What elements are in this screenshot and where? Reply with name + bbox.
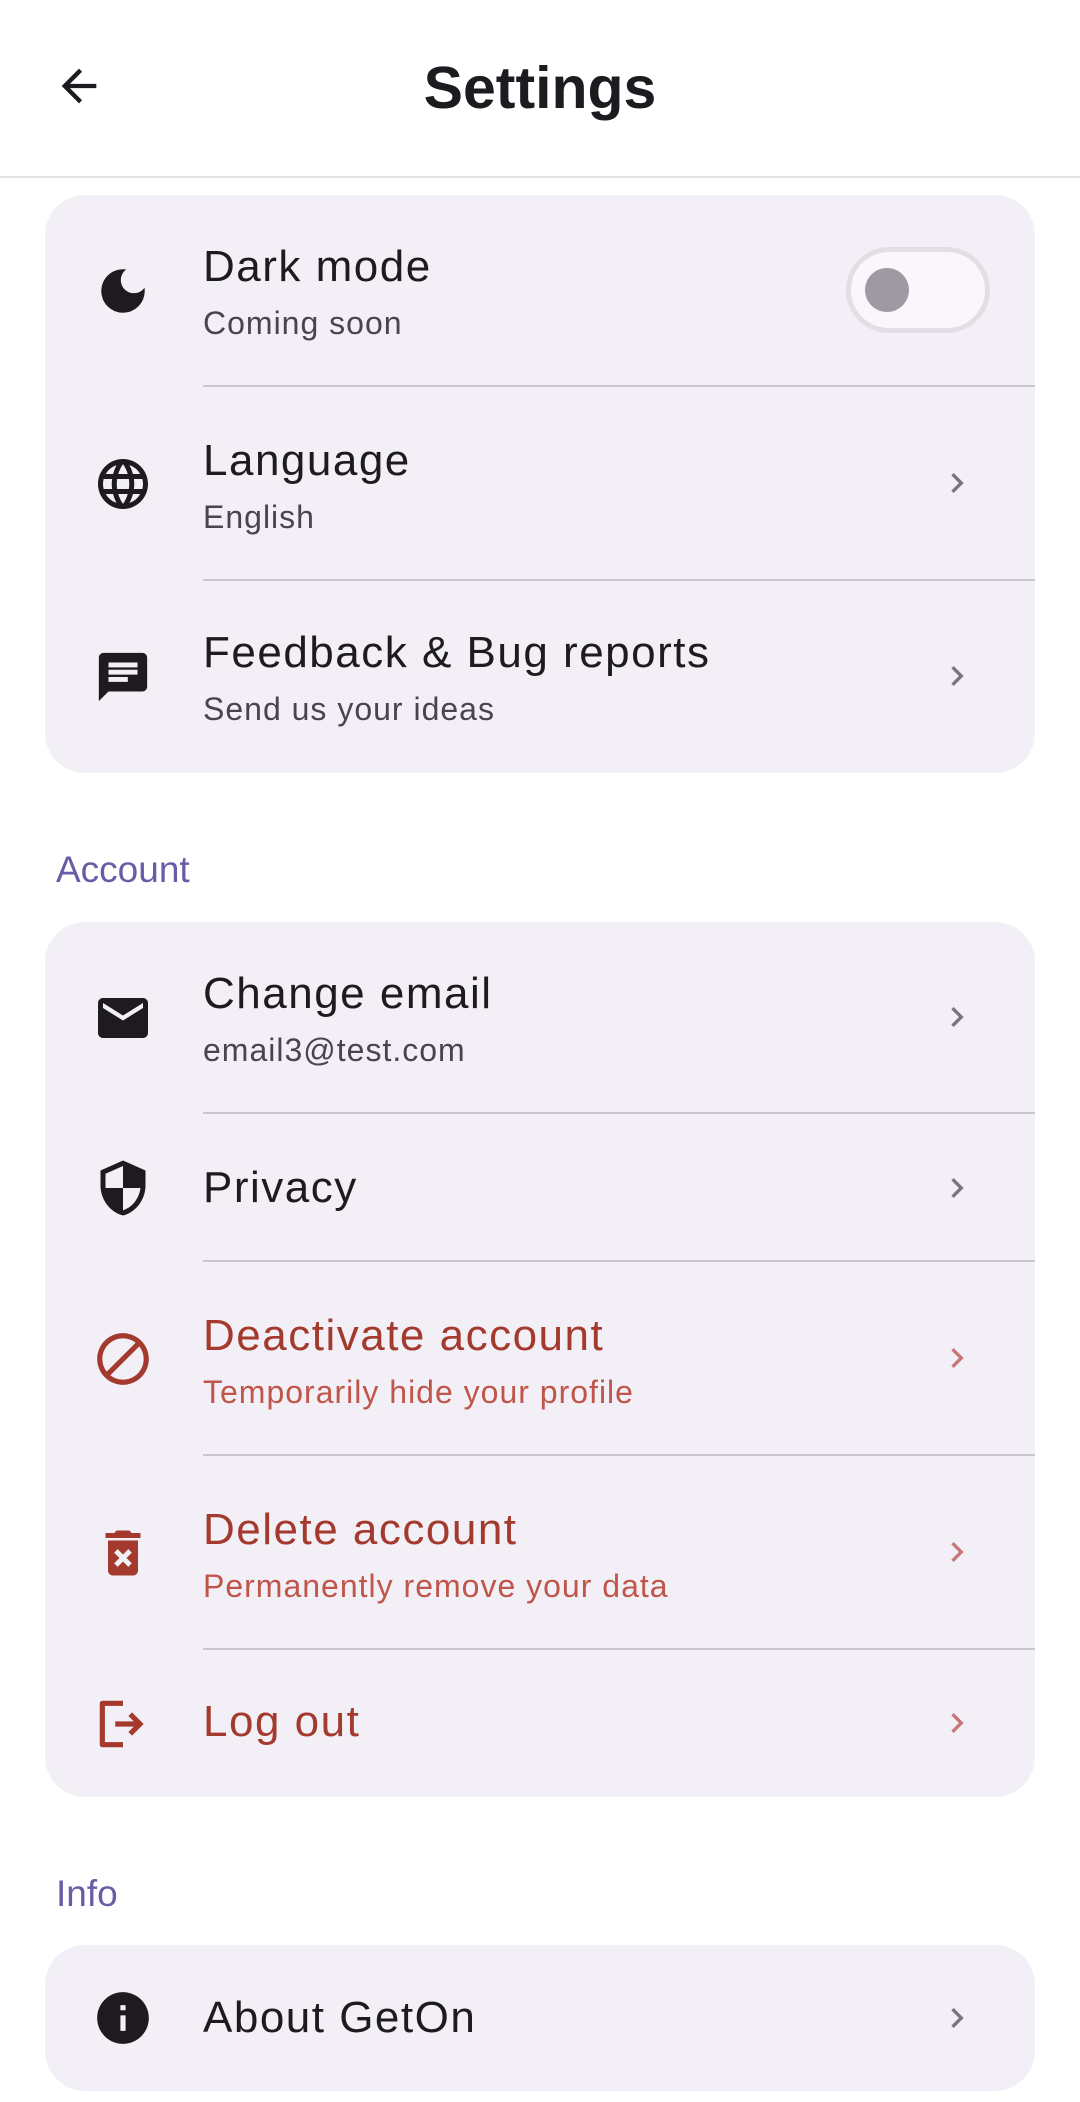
deactivate-account-title: Deactivate account <box>203 1311 605 1360</box>
change-email-subtitle: email3@test.com <box>203 1032 466 1068</box>
about-row[interactable]: About GetOn <box>45 1945 1035 2091</box>
chevron-right-icon <box>937 463 977 503</box>
block-icon <box>91 1327 155 1391</box>
app-bar: Settings <box>0 0 1080 178</box>
deactivate-account-row[interactable]: Deactivate account Temporarily hide your… <box>45 1262 1035 1456</box>
delete-account-subtitle: Permanently remove your data <box>203 1568 669 1604</box>
feedback-row[interactable]: Feedback & Bug reports Send us your idea… <box>45 581 1035 773</box>
delete-account-title: Delete account <box>203 1505 518 1554</box>
language-title: Language <box>203 436 411 485</box>
moon-icon <box>91 259 155 323</box>
dark-mode-toggle[interactable] <box>846 247 990 333</box>
section-label-account: Account <box>56 849 190 890</box>
feedback-title: Feedback & Bug reports <box>203 628 711 677</box>
chevron-right-icon <box>937 656 977 696</box>
logout-title: Log out <box>203 1697 361 1746</box>
toggle-knob <box>865 268 909 312</box>
feedback-icon <box>91 645 155 709</box>
privacy-row[interactable]: Privacy <box>45 1114 1035 1262</box>
info-icon <box>91 1986 155 2050</box>
feedback-subtitle: Send us your ideas <box>203 691 495 727</box>
account-settings-card: Change email email3@test.com Privacy Dea… <box>45 922 1035 1797</box>
email-icon <box>91 986 155 1050</box>
shield-icon <box>91 1156 155 1220</box>
change-email-title: Change email <box>203 969 493 1018</box>
language-subtitle: English <box>203 499 315 535</box>
chevron-right-icon <box>937 1532 977 1572</box>
delete-account-row[interactable]: Delete account Permanently remove your d… <box>45 1456 1035 1650</box>
chevron-right-icon <box>937 997 977 1037</box>
general-settings-card: Dark mode Coming soon Language English F… <box>45 195 1035 773</box>
deactivate-account-subtitle: Temporarily hide your profile <box>203 1374 634 1410</box>
dark-mode-subtitle: Coming soon <box>203 305 403 341</box>
language-row[interactable]: Language English <box>45 387 1035 581</box>
delete-forever-icon <box>91 1521 155 1585</box>
chevron-right-icon <box>937 1168 977 1208</box>
dark-mode-row[interactable]: Dark mode Coming soon <box>45 195 1035 387</box>
change-email-row[interactable]: Change email email3@test.com <box>45 922 1035 1114</box>
logout-row[interactable]: Log out <box>45 1650 1035 1797</box>
logout-icon <box>91 1692 155 1756</box>
section-label-info: Info <box>56 1873 118 1914</box>
about-title: About GetOn <box>203 1993 477 2042</box>
chevron-right-icon <box>937 1703 977 1743</box>
globe-icon <box>91 452 155 516</box>
info-settings-card: About GetOn <box>45 1945 1035 2091</box>
chevron-right-icon <box>937 1338 977 1378</box>
privacy-title: Privacy <box>203 1163 358 1212</box>
chevron-right-icon <box>937 1998 977 2038</box>
dark-mode-title: Dark mode <box>203 242 432 291</box>
page-title: Settings <box>423 55 657 121</box>
